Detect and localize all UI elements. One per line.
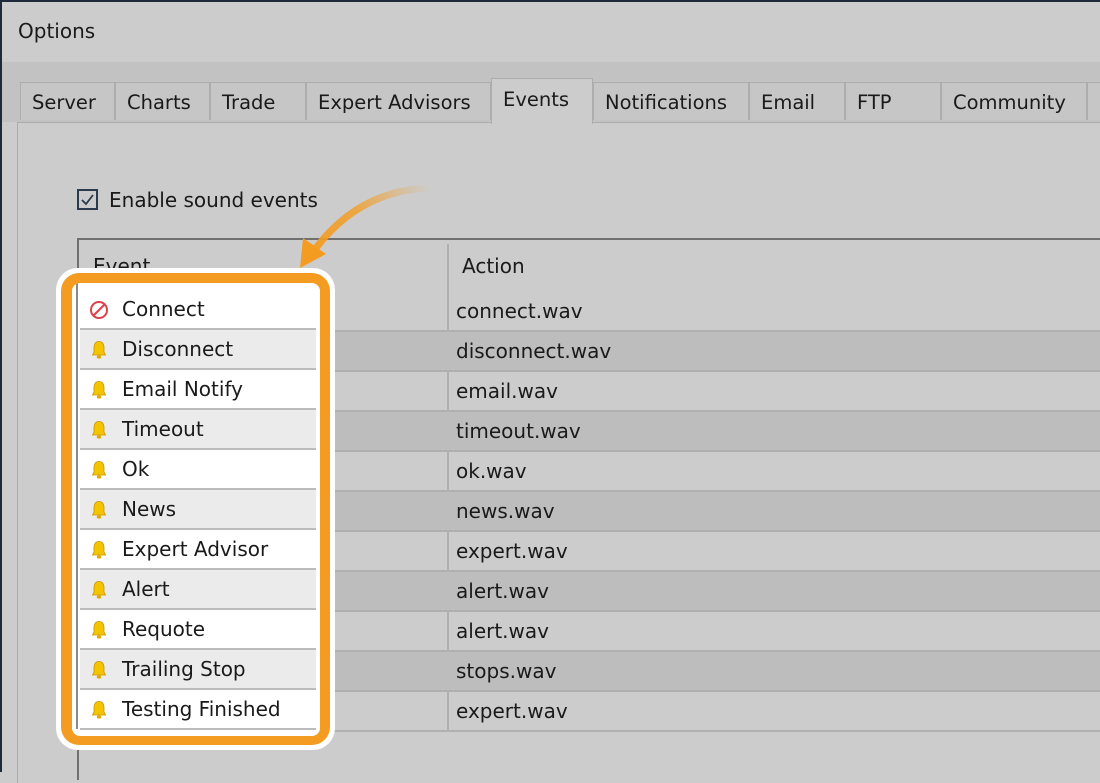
tab-events[interactable]: Events [491,78,593,124]
